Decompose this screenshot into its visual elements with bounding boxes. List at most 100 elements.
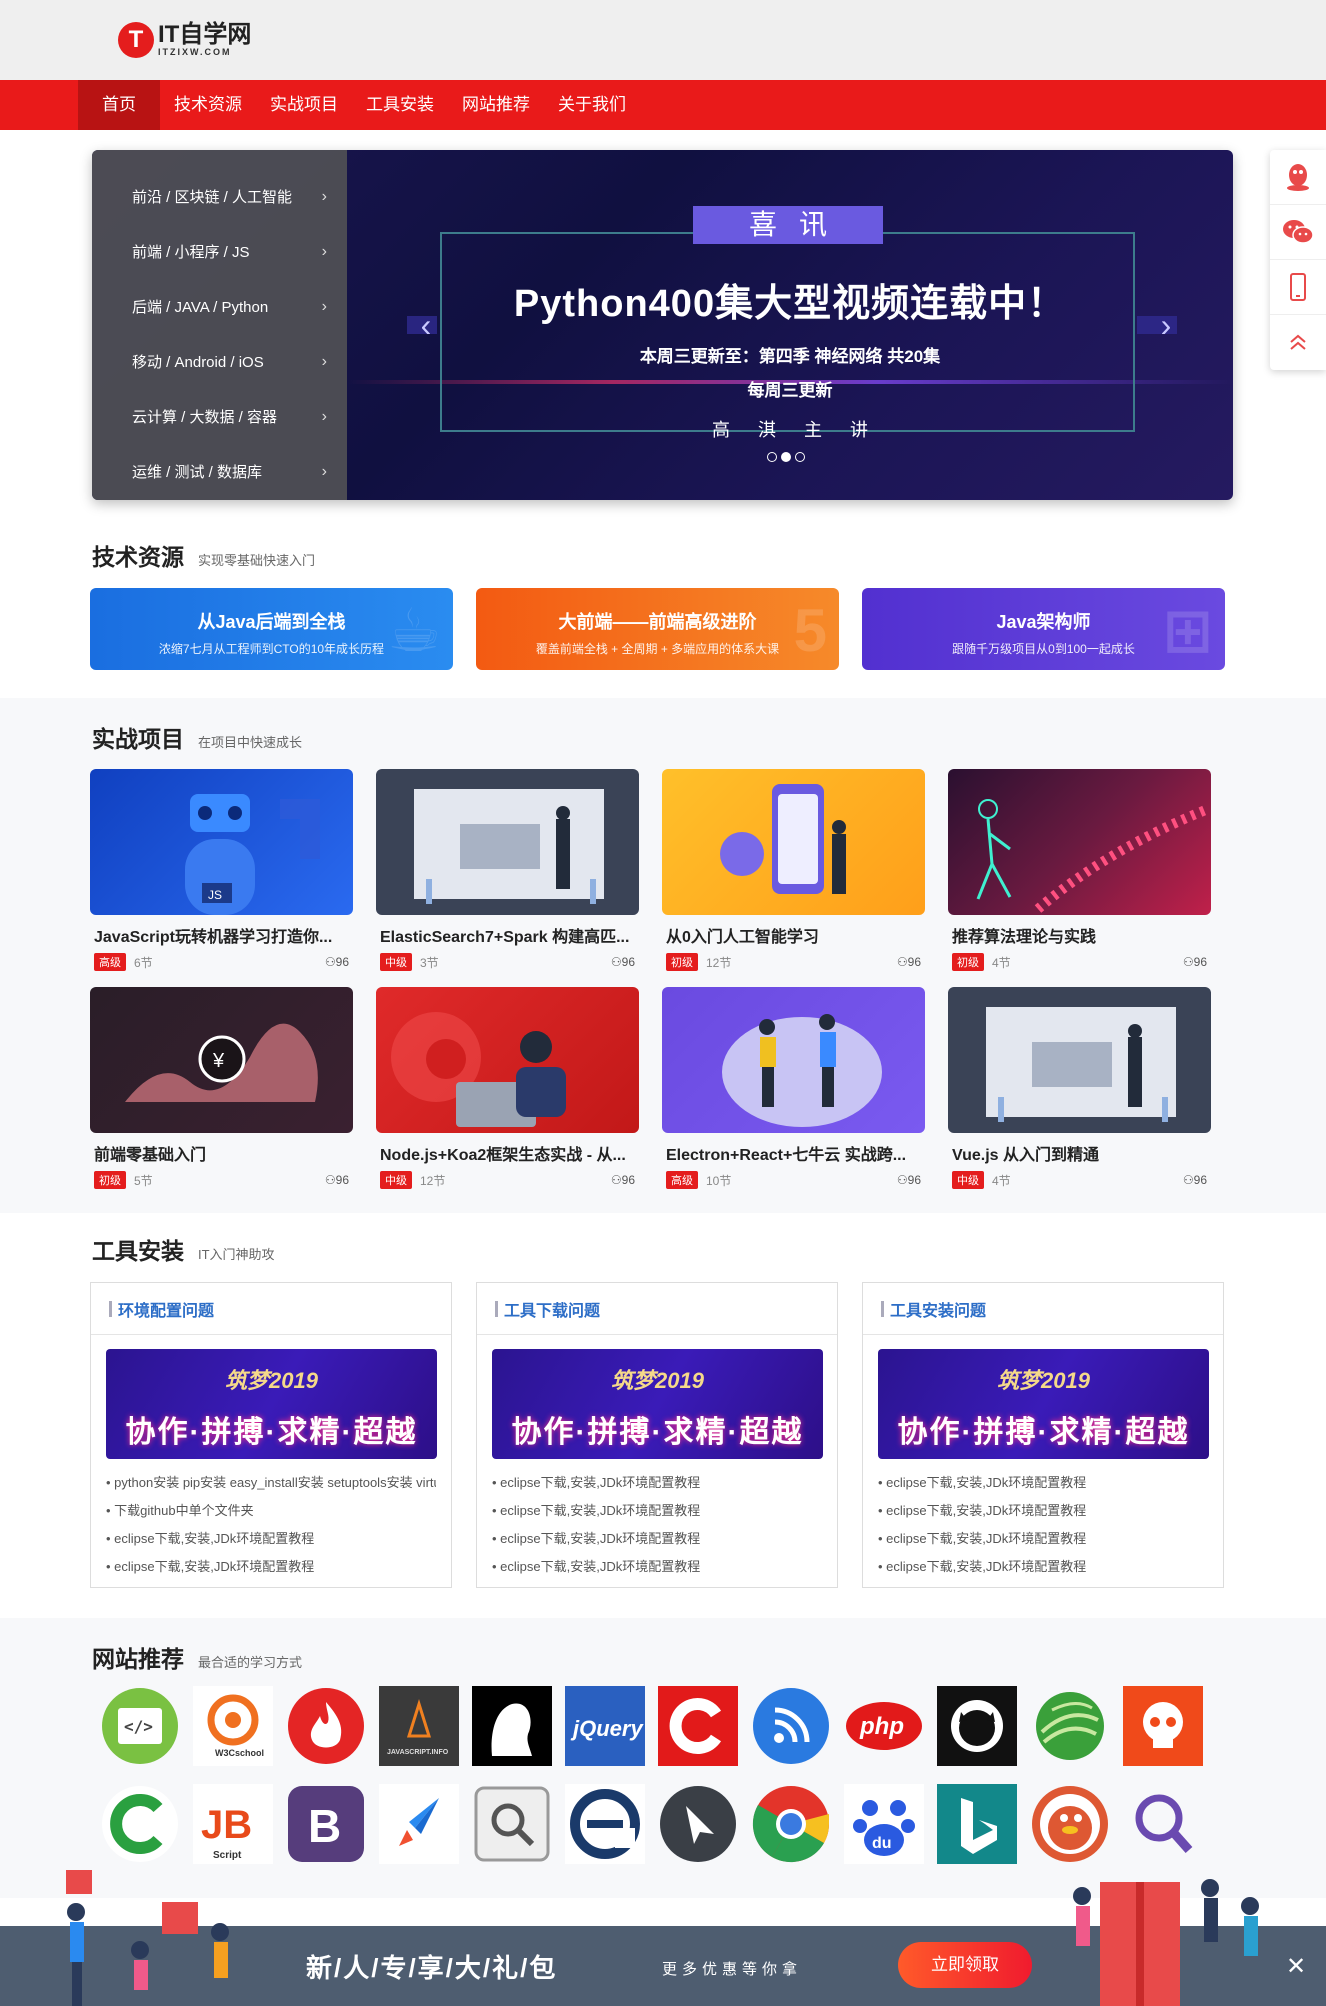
site-link[interactable] bbox=[937, 1784, 1017, 1864]
site-link[interactable] bbox=[751, 1784, 831, 1864]
level-badge: 中级 bbox=[380, 1171, 412, 1189]
project-card[interactable]: Node.js+Koa2框架生态实战 - 从... 中级 12节 ⚇96 bbox=[376, 987, 639, 1189]
tool-banner-image[interactable]: 筑梦2019 协作·拼搏·求精·超越 bbox=[878, 1349, 1209, 1459]
carousel-next-icon[interactable]: › bbox=[1155, 309, 1177, 341]
level-badge: 初级 bbox=[94, 1171, 126, 1189]
site-link[interactable]: jQuery bbox=[565, 1686, 645, 1766]
chevron-right-icon: › bbox=[321, 242, 327, 260]
nav-tech-resources[interactable]: 技术资源 bbox=[160, 80, 256, 130]
site-link[interactable] bbox=[472, 1686, 552, 1766]
back-to-top-button[interactable] bbox=[1270, 315, 1326, 370]
carousel-prev-icon[interactable]: ‹ bbox=[415, 309, 437, 341]
tool-link[interactable]: • eclipse下载,安装,JDk环境配置教程 bbox=[878, 1553, 1208, 1581]
tool-link[interactable]: • eclipse下载,安装,JDk环境配置教程 bbox=[106, 1553, 436, 1581]
site-link[interactable] bbox=[1030, 1784, 1110, 1864]
category-item-frontier[interactable]: 前沿 / 区块链 / 人工智能 › bbox=[92, 169, 347, 224]
site-logo[interactable]: T IT自学网 ITZIXW.COM bbox=[118, 22, 251, 58]
carousel-dot[interactable] bbox=[767, 452, 777, 462]
category-item-backend[interactable]: 后端 / JAVA / Python › bbox=[92, 279, 347, 334]
sites-section-header: 网站推荐 最合适的学习方式 bbox=[92, 1640, 302, 1674]
site-link[interactable]: php bbox=[844, 1686, 924, 1766]
project-title: 从0入门人工智能学习 bbox=[666, 929, 819, 946]
project-card[interactable]: 推荐算法理论与实践 初级 4节 ⚇96 bbox=[948, 769, 1211, 971]
tool-link-text: python安装 pip安装 easy_install安装 setuptools… bbox=[114, 1475, 436, 1490]
site-link[interactable]: W3Cschool bbox=[193, 1686, 273, 1766]
section-title: 工具安装 bbox=[92, 1238, 184, 1264]
project-title: JavaScript玩转机器学习打造你... bbox=[94, 929, 333, 946]
lesson-count: 4节 bbox=[992, 955, 1011, 970]
carousel-dot-active[interactable] bbox=[781, 452, 791, 462]
site-link[interactable] bbox=[1030, 1686, 1110, 1766]
site-link[interactable]: JAVASCRIPT.INFO bbox=[379, 1686, 459, 1766]
site-link[interactable] bbox=[658, 1686, 738, 1766]
close-icon[interactable]: ✕ bbox=[1286, 1952, 1306, 1981]
project-card[interactable]: ElasticSearch7+Spark 构建高匹... 中级 3节 ⚇96 bbox=[376, 769, 639, 971]
project-card[interactable]: JS JavaScript玩转机器学习打造你... 高级 6节 ⚇96 bbox=[90, 769, 353, 971]
section-title: 实战项目 bbox=[92, 726, 184, 752]
resource-title: 大前端——前端高级进阶 bbox=[558, 612, 757, 632]
site-link[interactable] bbox=[379, 1784, 459, 1864]
resource-card-java-architect[interactable]: ⊞ Java架构师 跟随千万级项目从0到100一起成长 bbox=[862, 588, 1225, 670]
tool-link[interactable]: • eclipse下载,安装,JDk环境配置教程 bbox=[878, 1469, 1208, 1497]
tool-link[interactable]: • eclipse下载,安装,JDk环境配置教程 bbox=[492, 1525, 822, 1553]
banner-slide[interactable]: 喜讯 Python400集大型视频连载中！ 本周三更新至：第四季 神经网络 共2… bbox=[347, 150, 1233, 500]
nav-projects[interactable]: 实战项目 bbox=[256, 80, 352, 130]
tool-banner-image[interactable]: 筑梦2019 协作·拼搏·求精·超越 bbox=[492, 1349, 823, 1459]
project-title: Vue.js 从入门到精通 bbox=[952, 1147, 1099, 1164]
project-thumbnail bbox=[948, 769, 1211, 915]
site-link[interactable] bbox=[565, 1784, 645, 1864]
tool-link[interactable]: • eclipse下载,安装,JDk环境配置教程 bbox=[106, 1525, 436, 1553]
nav-tools[interactable]: 工具安装 bbox=[352, 80, 448, 130]
mobile-button[interactable] bbox=[1270, 260, 1326, 315]
svg-text:jQuery: jQuery bbox=[570, 1716, 644, 1741]
category-item-frontend[interactable]: 前端 / 小程序 / JS › bbox=[92, 224, 347, 279]
site-link[interactable] bbox=[751, 1686, 831, 1766]
tool-link[interactable]: • eclipse下载,安装,JDk环境配置教程 bbox=[492, 1553, 822, 1581]
site-link[interactable] bbox=[100, 1784, 180, 1864]
nav-sites[interactable]: 网站推荐 bbox=[448, 80, 544, 130]
project-card[interactable]: Electron+React+七牛云 实战跨... 高级 10节 ⚇96 bbox=[662, 987, 925, 1189]
carousel-dot[interactable] bbox=[795, 452, 805, 462]
tool-box-title[interactable]: 环境配置问题 bbox=[118, 1297, 214, 1321]
tool-box-title[interactable]: 工具安装问题 bbox=[890, 1297, 986, 1321]
site-link[interactable]: </> bbox=[100, 1686, 180, 1766]
category-label: 云计算 / 大数据 / 容器 bbox=[132, 409, 278, 426]
site-link[interactable] bbox=[1123, 1784, 1203, 1864]
tool-link[interactable]: • eclipse下载,安装,JDk环境配置教程 bbox=[878, 1497, 1208, 1525]
site-link[interactable] bbox=[1123, 1686, 1203, 1766]
chevron-right-icon: › bbox=[321, 297, 327, 315]
resource-card-frontend[interactable]: 5 大前端——前端高级进阶 覆盖前端全栈 + 全周期 + 多端应用的体系大课 bbox=[476, 588, 839, 670]
site-link[interactable]: du bbox=[844, 1784, 924, 1864]
banner-title: Python400集大型视频连载中！ bbox=[513, 283, 1067, 325]
project-card[interactable]: Vue.js 从入门到精通 中级 4节 ⚇96 bbox=[948, 987, 1211, 1189]
qq-button[interactable] bbox=[1270, 150, 1326, 205]
tool-link[interactable]: • 下载github中单个文件夹 bbox=[106, 1497, 436, 1525]
category-item-mobile[interactable]: 移动 / Android / iOS › bbox=[92, 334, 347, 389]
category-item-ops[interactable]: 运维 / 测试 / 数据库 › bbox=[92, 444, 347, 499]
lesson-count: 6节 bbox=[134, 955, 153, 970]
site-link[interactable] bbox=[658, 1784, 738, 1864]
project-card[interactable]: ¥ 前端零基础入门 初级 5节 ⚇96 bbox=[90, 987, 353, 1189]
nav-about[interactable]: 关于我们 bbox=[544, 80, 640, 130]
wechat-button[interactable] bbox=[1270, 205, 1326, 260]
category-item-cloud[interactable]: 云计算 / 大数据 / 容器 › bbox=[92, 389, 347, 444]
site-link[interactable]: B bbox=[286, 1784, 366, 1864]
user-icon: ⚇ bbox=[324, 1173, 336, 1187]
tool-link[interactable]: • eclipse下载,安装,JDk环境配置教程 bbox=[492, 1469, 822, 1497]
tool-link[interactable]: • eclipse下载,安装,JDk环境配置教程 bbox=[878, 1525, 1208, 1553]
tool-box-title[interactable]: 工具下载问题 bbox=[504, 1297, 600, 1321]
tool-banner-image[interactable]: 筑梦2019 协作·拼搏·求精·超越 bbox=[106, 1349, 437, 1459]
site-link[interactable] bbox=[472, 1784, 552, 1864]
banner-line-1: 本周三更新至：第四季 神经网络 共20集 bbox=[639, 347, 941, 366]
project-card[interactable]: 从0入门人工智能学习 初级 12节 ⚇96 bbox=[662, 769, 925, 971]
nav-home[interactable]: 首页 bbox=[78, 80, 160, 130]
project-title: ElasticSearch7+Spark 构建高匹... bbox=[380, 929, 630, 946]
level-badge: 初级 bbox=[666, 953, 698, 971]
site-link[interactable] bbox=[937, 1686, 1017, 1766]
site-link[interactable]: JB Script bbox=[193, 1784, 273, 1864]
tool-link[interactable]: • eclipse下载,安装,JDk环境配置教程 bbox=[492, 1497, 822, 1525]
claim-button[interactable]: 立即领取 bbox=[898, 1942, 1032, 1988]
tool-link[interactable]: • python安装 pip安装 easy_install安装 setuptoo… bbox=[106, 1469, 436, 1497]
site-link[interactable] bbox=[286, 1686, 366, 1766]
resource-card-java-fullstack[interactable]: ☕ 从Java后端到全栈 浓缩7七月从工程师到CTO的10年成长历程 bbox=[90, 588, 453, 670]
